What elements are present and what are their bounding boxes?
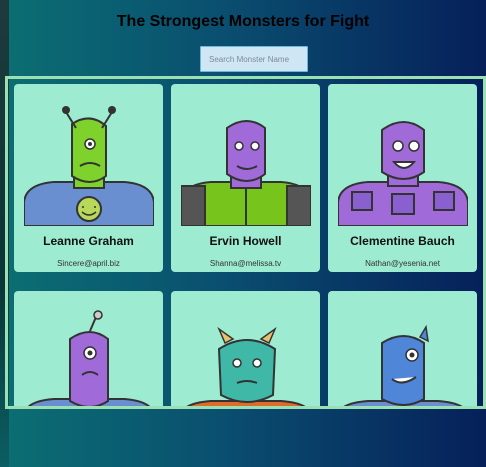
monster-card[interactable] xyxy=(14,291,163,406)
monster-card[interactable] xyxy=(328,291,477,406)
monster-image xyxy=(338,121,468,226)
monster-image xyxy=(181,120,311,226)
monster-email: Sincere@april.biz xyxy=(57,259,120,268)
monster-name: Ervin Howell xyxy=(209,234,282,248)
monster-card[interactable]: Ervin Howell Shanna@melissa.tv xyxy=(171,84,320,272)
monster-email: Nathan@yesenia.net xyxy=(365,259,440,268)
monster-email: Shanna@melissa.tv xyxy=(209,259,282,268)
monster-image xyxy=(343,324,463,406)
monster-grid[interactable]: Leanne Graham Sincere@april.biz Ervin Ho… xyxy=(5,76,486,409)
monster-image xyxy=(24,106,154,226)
monster-name: Leanne Graham xyxy=(43,234,134,248)
monster-card[interactable]: Leanne Graham Sincere@april.biz xyxy=(14,84,163,272)
monster-image xyxy=(27,310,151,406)
monster-name: Clementine Bauch xyxy=(350,234,455,248)
search-input[interactable] xyxy=(200,46,308,72)
monster-image xyxy=(186,326,306,406)
monster-card[interactable] xyxy=(171,291,320,406)
page-title: The Strongest Monsters for Fight xyxy=(116,13,370,30)
monster-card[interactable]: Clementine Bauch Nathan@yesenia.net xyxy=(328,84,477,272)
